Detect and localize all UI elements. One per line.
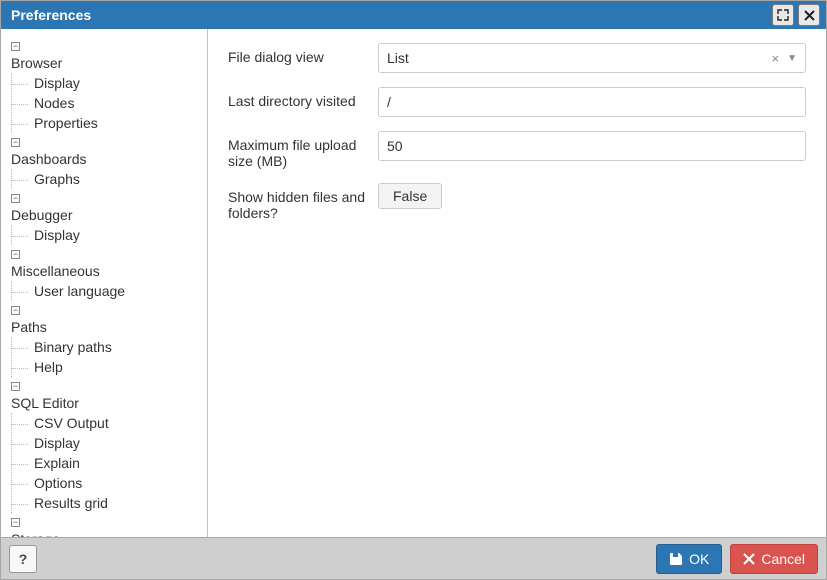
ok-label: OK bbox=[689, 551, 709, 567]
row-last-directory: Last directory visited bbox=[228, 87, 806, 117]
show-hidden-toggle[interactable]: False bbox=[378, 183, 442, 209]
tree-item-browser-nodes[interactable]: Nodes bbox=[12, 93, 203, 113]
tree-item-storage[interactable]: −Storage Options bbox=[9, 513, 203, 537]
label-show-hidden: Show hidden files and folders? bbox=[228, 183, 378, 221]
tree-item-paths-help[interactable]: Help bbox=[12, 357, 203, 377]
tree-item-browser-display[interactable]: Display bbox=[12, 73, 203, 93]
collapse-icon[interactable]: − bbox=[11, 382, 20, 391]
tree-item-browser-properties[interactable]: Properties bbox=[12, 113, 203, 133]
last-directory-input[interactable] bbox=[378, 87, 806, 117]
help-icon: ? bbox=[19, 551, 28, 567]
row-file-dialog-view: File dialog view List × ▼ bbox=[228, 43, 806, 73]
chevron-down-icon: ▼ bbox=[787, 53, 797, 64]
ok-button[interactable]: OK bbox=[656, 544, 722, 574]
tree-item-sql-editor[interactable]: −SQL Editor CSV Output Display Explain O… bbox=[9, 377, 203, 513]
save-icon bbox=[669, 552, 683, 566]
row-max-upload: Maximum file upload size (MB) bbox=[228, 131, 806, 169]
dialog-content: −Browser Display Nodes Properties −Dashb… bbox=[1, 29, 826, 537]
select-value: List bbox=[387, 50, 772, 66]
close-button[interactable] bbox=[798, 4, 820, 26]
cancel-label: Cancel bbox=[761, 551, 805, 567]
tree-item-debugger[interactable]: −Debugger Display bbox=[9, 189, 203, 245]
tree-item-csv-output[interactable]: CSV Output bbox=[12, 413, 203, 433]
preferences-tree: −Browser Display Nodes Properties −Dashb… bbox=[1, 29, 208, 537]
tree-item-user-language[interactable]: User language bbox=[12, 281, 203, 301]
tree-item-sql-display[interactable]: Display bbox=[12, 433, 203, 453]
close-icon bbox=[804, 10, 815, 21]
cancel-icon bbox=[743, 553, 755, 565]
collapse-icon[interactable]: − bbox=[11, 42, 20, 51]
collapse-icon[interactable]: − bbox=[11, 306, 20, 315]
collapse-icon[interactable]: − bbox=[11, 138, 20, 147]
tree-item-explain[interactable]: Explain bbox=[12, 453, 203, 473]
collapse-icon[interactable]: − bbox=[11, 518, 20, 527]
maximize-icon bbox=[777, 9, 789, 21]
tree-item-miscellaneous[interactable]: −Miscellaneous User language bbox=[9, 245, 203, 301]
tree-item-results-grid[interactable]: Results grid bbox=[12, 493, 203, 513]
help-button[interactable]: ? bbox=[9, 545, 37, 573]
tree-item-sql-options[interactable]: Options bbox=[12, 473, 203, 493]
dialog-title: Preferences bbox=[11, 7, 768, 23]
collapse-icon[interactable]: − bbox=[11, 194, 20, 203]
row-show-hidden: Show hidden files and folders? False bbox=[228, 183, 806, 221]
preferences-dialog: Preferences −Browser Display Nodes Prope… bbox=[0, 0, 827, 580]
tree-item-dashboards[interactable]: −Dashboards Graphs bbox=[9, 133, 203, 189]
tree-item-paths[interactable]: −Paths Binary paths Help bbox=[9, 301, 203, 377]
max-upload-input[interactable] bbox=[378, 131, 806, 161]
tree-item-binary-paths[interactable]: Binary paths bbox=[12, 337, 203, 357]
maximize-button[interactable] bbox=[772, 4, 794, 26]
clear-icon[interactable]: × bbox=[772, 51, 780, 66]
tree-item-dashboards-graphs[interactable]: Graphs bbox=[12, 169, 203, 189]
label-file-dialog-view: File dialog view bbox=[228, 43, 378, 65]
cancel-button[interactable]: Cancel bbox=[730, 544, 818, 574]
tree-item-debugger-display[interactable]: Display bbox=[12, 225, 203, 245]
file-dialog-view-select[interactable]: List × ▼ bbox=[378, 43, 806, 73]
label-last-directory: Last directory visited bbox=[228, 87, 378, 109]
dialog-footer: ? OK Cancel bbox=[1, 537, 826, 579]
collapse-icon[interactable]: − bbox=[11, 250, 20, 259]
label-max-upload: Maximum file upload size (MB) bbox=[228, 131, 378, 169]
titlebar: Preferences bbox=[1, 1, 826, 29]
tree-item-browser[interactable]: −Browser Display Nodes Properties bbox=[9, 37, 203, 133]
preferences-form: File dialog view List × ▼ Last directory… bbox=[208, 29, 826, 537]
